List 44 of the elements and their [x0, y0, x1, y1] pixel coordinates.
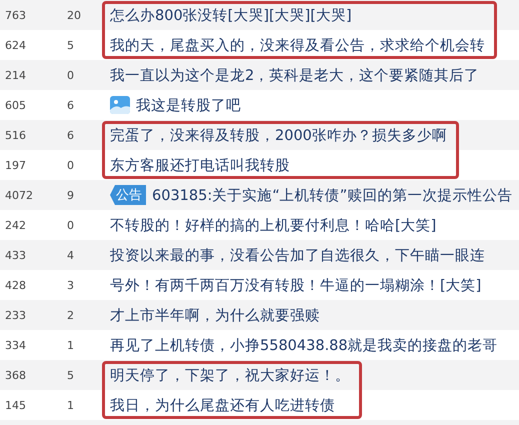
post-title-link[interactable]: 才上市半年啊，为什么就要强赎: [110, 306, 320, 324]
read-count: 605: [4, 98, 27, 112]
post-title-link[interactable]: 完蛋了，没来得及转股，2000张咋办？损失多少啊: [110, 126, 447, 144]
reply-count: 9: [66, 188, 75, 202]
post-title-link[interactable]: 我这是转股了吧: [136, 96, 241, 114]
read-count: 214: [4, 68, 27, 82]
post-title-link[interactable]: 我日，为什么尾盘还有人吃进转债: [110, 396, 335, 414]
post-title-link[interactable]: 我的天，尾盘买入的，没来得及看公告，求求给个机会转: [110, 36, 485, 54]
post-title-link[interactable]: 号外！有两千两百万没有转股！牛逼的一塌糊涂！[大笑]: [110, 276, 482, 294]
read-count: 242: [4, 218, 27, 232]
read-count: 516: [4, 128, 27, 142]
read-count: 624: [4, 38, 27, 52]
reply-count: 4: [66, 248, 75, 262]
read-count: 334: [4, 338, 27, 352]
read-count: 197: [4, 158, 27, 172]
reply-count: 0: [66, 158, 75, 172]
post-title-link[interactable]: 明天停了，下架了，祝大家好运！。: [110, 366, 350, 384]
reply-count: 5: [66, 368, 75, 382]
post-title-link[interactable]: 不转股的！好样的搞的上机要付利息！哈哈[大笑]: [110, 216, 436, 234]
read-count: 4072: [4, 188, 34, 202]
read-count: 428: [4, 278, 27, 292]
notice-badge: 公告: [110, 185, 146, 205]
post-title-link[interactable]: 603185:关于实施“上机转债”赎回的第一次提示性公告: [152, 186, 512, 204]
reply-count: 0: [66, 218, 75, 232]
reply-count: 2: [66, 308, 75, 322]
read-count: 233: [4, 308, 27, 322]
post-title-link[interactable]: 怎么办800张没转[大哭][大哭][大哭]: [110, 6, 352, 24]
read-count: 145: [4, 398, 27, 412]
post-title-link[interactable]: 我一直以为这个是龙2，英科是老大，这个要紧随其后了: [110, 66, 480, 84]
reply-count: 20: [66, 8, 82, 22]
reply-count: 1: [66, 338, 75, 352]
reply-count: 6: [66, 128, 75, 142]
image-icon: [110, 96, 130, 114]
reply-count: 1: [66, 398, 75, 412]
post-title-link[interactable]: 投资以来最的事，没看公告加了自选很久，下午瞄一眼连: [110, 246, 485, 264]
post-title-link[interactable]: 再见了上机转债，小挣5580438.88就是我卖的接盘的老哥: [110, 336, 498, 354]
post-title-link[interactable]: 东方客服还打电话叫我转股: [110, 156, 290, 174]
reply-count: 3: [66, 278, 75, 292]
reply-count: 5: [66, 38, 75, 52]
reply-count: 6: [66, 98, 75, 112]
read-count: 368: [4, 368, 27, 382]
read-count: 763: [4, 8, 27, 22]
reply-count: 0: [66, 68, 75, 82]
read-count: 433: [4, 248, 27, 262]
